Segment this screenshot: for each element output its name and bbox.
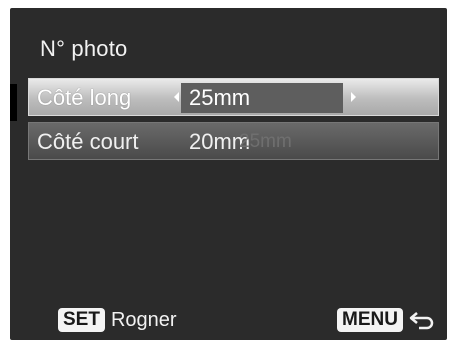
set-action-label: Rogner [110,308,177,331]
set-crop-hint[interactable]: SET Rogner [58,308,177,332]
menu-back-hint[interactable]: MENU [337,308,435,332]
menu-key[interactable]: MENU [337,308,403,332]
setting-label-short-side: Côté court [37,129,139,154]
caret-left-icon[interactable] [174,92,179,102]
caret-right-icon[interactable] [351,92,356,102]
setting-row-long-side[interactable]: Côté long 25mm [28,78,439,116]
setting-label-long-side: Côté long [37,85,132,110]
set-key[interactable]: SET [58,308,105,332]
return-arrow-icon [409,310,435,330]
page-title: N° photo [40,36,128,61]
camera-screen: N° photo Côté long 25mm Côté court 20mm … [10,8,447,340]
setting-value-short-side-hint: 25mm [239,131,292,152]
setting-value-long-side: 25mm [189,85,251,110]
side-tab-indicator [10,84,17,121]
setting-row-short-side[interactable]: Côté court 20mm 25mm [28,122,439,160]
